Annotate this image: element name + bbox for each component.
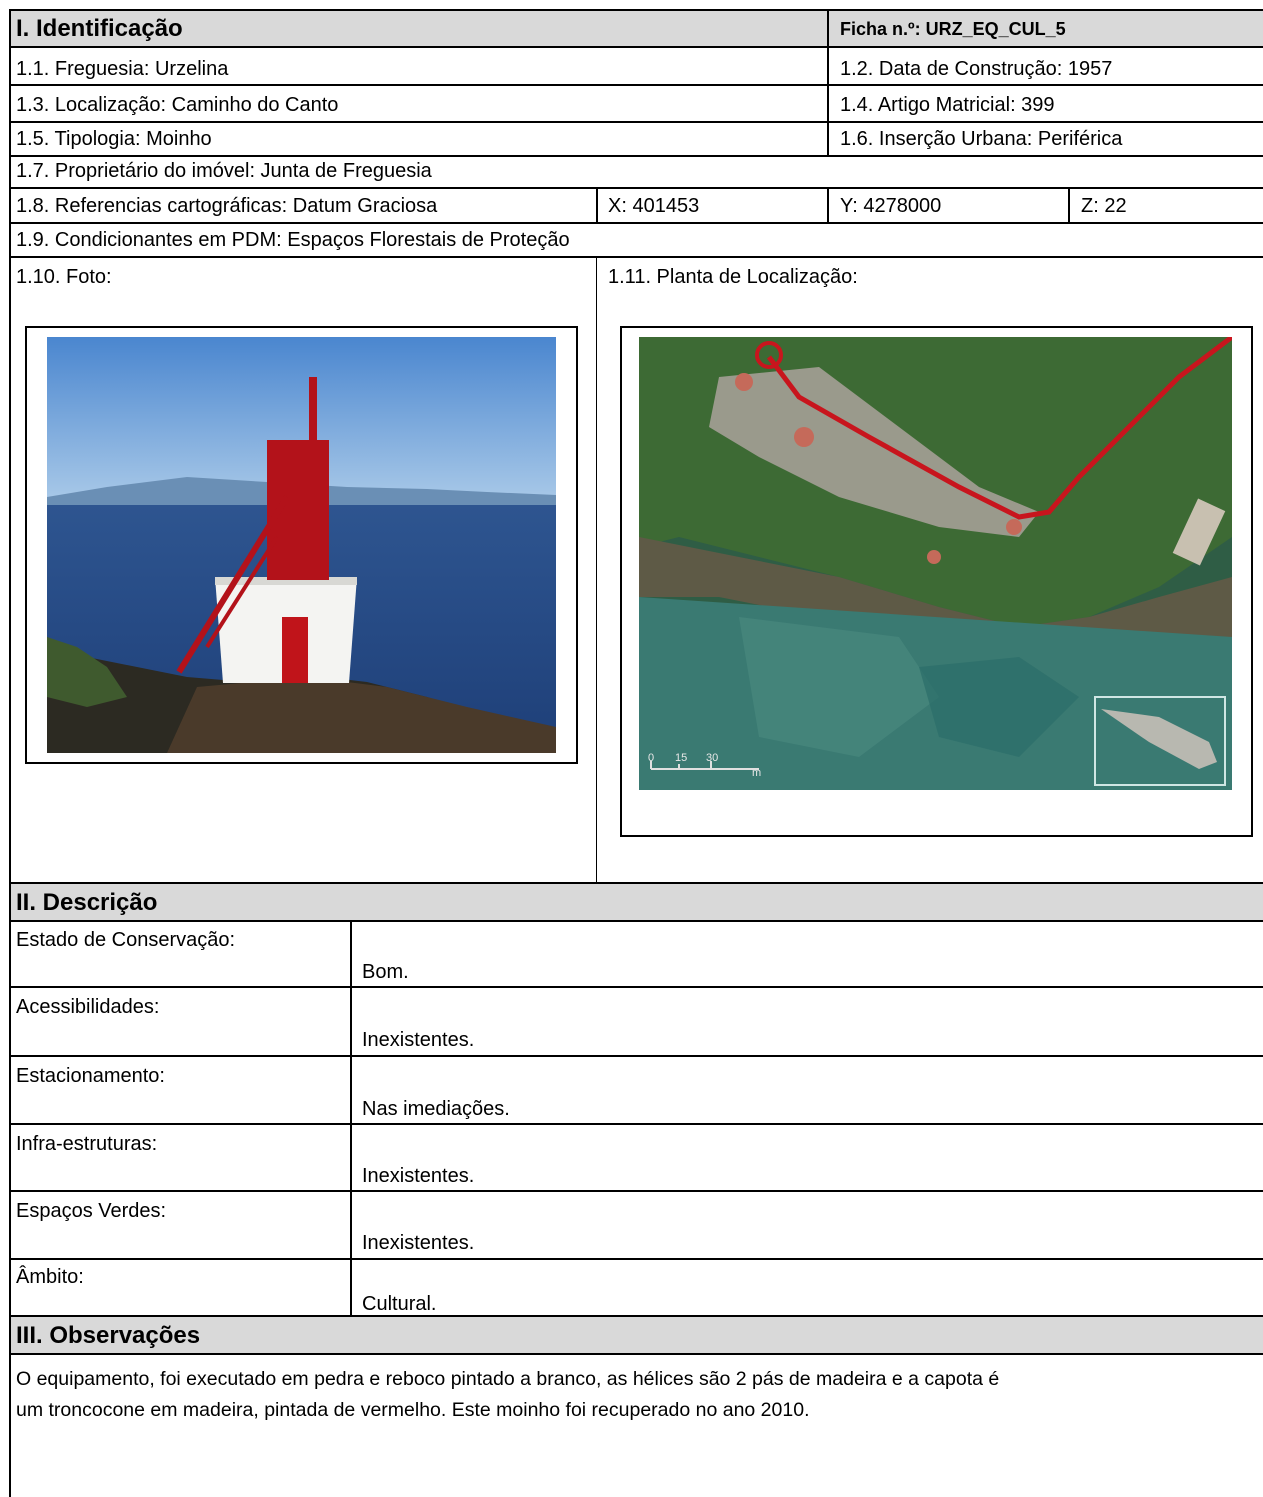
condicionantes: 1.9. Condicionantes em PDM: Espaços Flor… bbox=[16, 229, 570, 251]
col-divider bbox=[596, 256, 597, 883]
row-value-estado: Bom. bbox=[362, 961, 409, 983]
location-map bbox=[639, 337, 1232, 790]
row-value-ambito: Cultural. bbox=[362, 1293, 437, 1315]
row-label-espacos-verdes: Espaços Verdes: bbox=[16, 1200, 167, 1222]
data-construcao: 1.2. Data de Construção: 1957 bbox=[840, 58, 1113, 80]
rule bbox=[9, 46, 1263, 48]
insercao-urbana: 1.6. Inserção Urbana: Periférica bbox=[840, 128, 1123, 150]
rule bbox=[9, 256, 1263, 258]
row-value-infra: Inexistentes. bbox=[362, 1165, 475, 1187]
localizacao: 1.3. Localização: Caminho do Canto bbox=[16, 94, 339, 116]
scale-label-15: 15 bbox=[675, 752, 688, 764]
col-divider bbox=[350, 920, 352, 1317]
rule bbox=[9, 84, 1263, 86]
observacoes-line1: O equipamento, foi executado em pedra e … bbox=[16, 1368, 1000, 1390]
row-value-acessibilidades: Inexistentes. bbox=[362, 1029, 475, 1051]
rule bbox=[9, 155, 1263, 157]
row-label-acessibilidades: Acessibilidades: bbox=[16, 996, 160, 1018]
border-left bbox=[9, 9, 11, 1497]
scale-unit: m bbox=[752, 767, 762, 779]
observacoes-line2: um troncocone em madeira, pintada de ver… bbox=[16, 1399, 810, 1421]
rule bbox=[9, 1315, 1263, 1317]
rule bbox=[9, 920, 1263, 922]
row-label-ambito: Âmbito: bbox=[16, 1266, 84, 1288]
row-label-infra: Infra-estruturas: bbox=[16, 1133, 158, 1155]
col-divider bbox=[827, 187, 829, 224]
coord-x: X: 401453 bbox=[608, 195, 700, 217]
rule bbox=[9, 187, 1263, 189]
rule bbox=[9, 882, 1263, 884]
row-label-estacionamento: Estacionamento: bbox=[16, 1065, 165, 1087]
section3-title: III. Observações bbox=[16, 1322, 201, 1349]
rule bbox=[9, 1258, 1263, 1260]
rule bbox=[9, 986, 1263, 988]
section2-header-bg bbox=[10, 884, 1263, 920]
rule bbox=[9, 1190, 1263, 1192]
col-divider bbox=[1068, 187, 1070, 224]
col-divider bbox=[827, 9, 829, 157]
section2-title: II. Descrição bbox=[16, 889, 158, 916]
artigo-matricial: 1.4. Artigo Matricial: 399 bbox=[840, 94, 1055, 116]
rule bbox=[9, 1353, 1263, 1355]
coord-z: Z: 22 bbox=[1081, 195, 1127, 217]
border-top bbox=[9, 9, 1263, 11]
rule bbox=[9, 121, 1263, 123]
col-divider bbox=[596, 187, 598, 224]
proprietario: 1.7. Proprietário do imóvel: Junta de Fr… bbox=[16, 160, 432, 182]
windmill-photo bbox=[47, 337, 556, 753]
planta-label: 1.11. Planta de Localização: bbox=[608, 266, 858, 288]
scale-label-0: 0 bbox=[648, 752, 655, 764]
foto-label: 1.10. Foto: bbox=[16, 266, 112, 288]
tipologia: 1.5. Tipologia: Moinho bbox=[16, 128, 212, 150]
rule bbox=[9, 1123, 1263, 1125]
rule bbox=[9, 1055, 1263, 1057]
coord-y: Y: 4278000 bbox=[840, 195, 942, 217]
scale-label-30: 30 bbox=[706, 752, 719, 764]
ficha-number: Ficha n.º: URZ_EQ_CUL_5 bbox=[840, 19, 1066, 39]
rule bbox=[9, 222, 1263, 224]
section1-title: I. Identificação bbox=[16, 15, 183, 42]
row-label-estado: Estado de Conservação: bbox=[16, 929, 236, 951]
row-value-espacos-verdes: Inexistentes. bbox=[362, 1232, 475, 1254]
referencias-cartograficas: 1.8. Referencias cartográficas: Datum Gr… bbox=[16, 195, 438, 217]
row-value-estacionamento: Nas imediações. bbox=[362, 1098, 510, 1120]
freguesia: 1.1. Freguesia: Urzelina bbox=[16, 58, 229, 80]
